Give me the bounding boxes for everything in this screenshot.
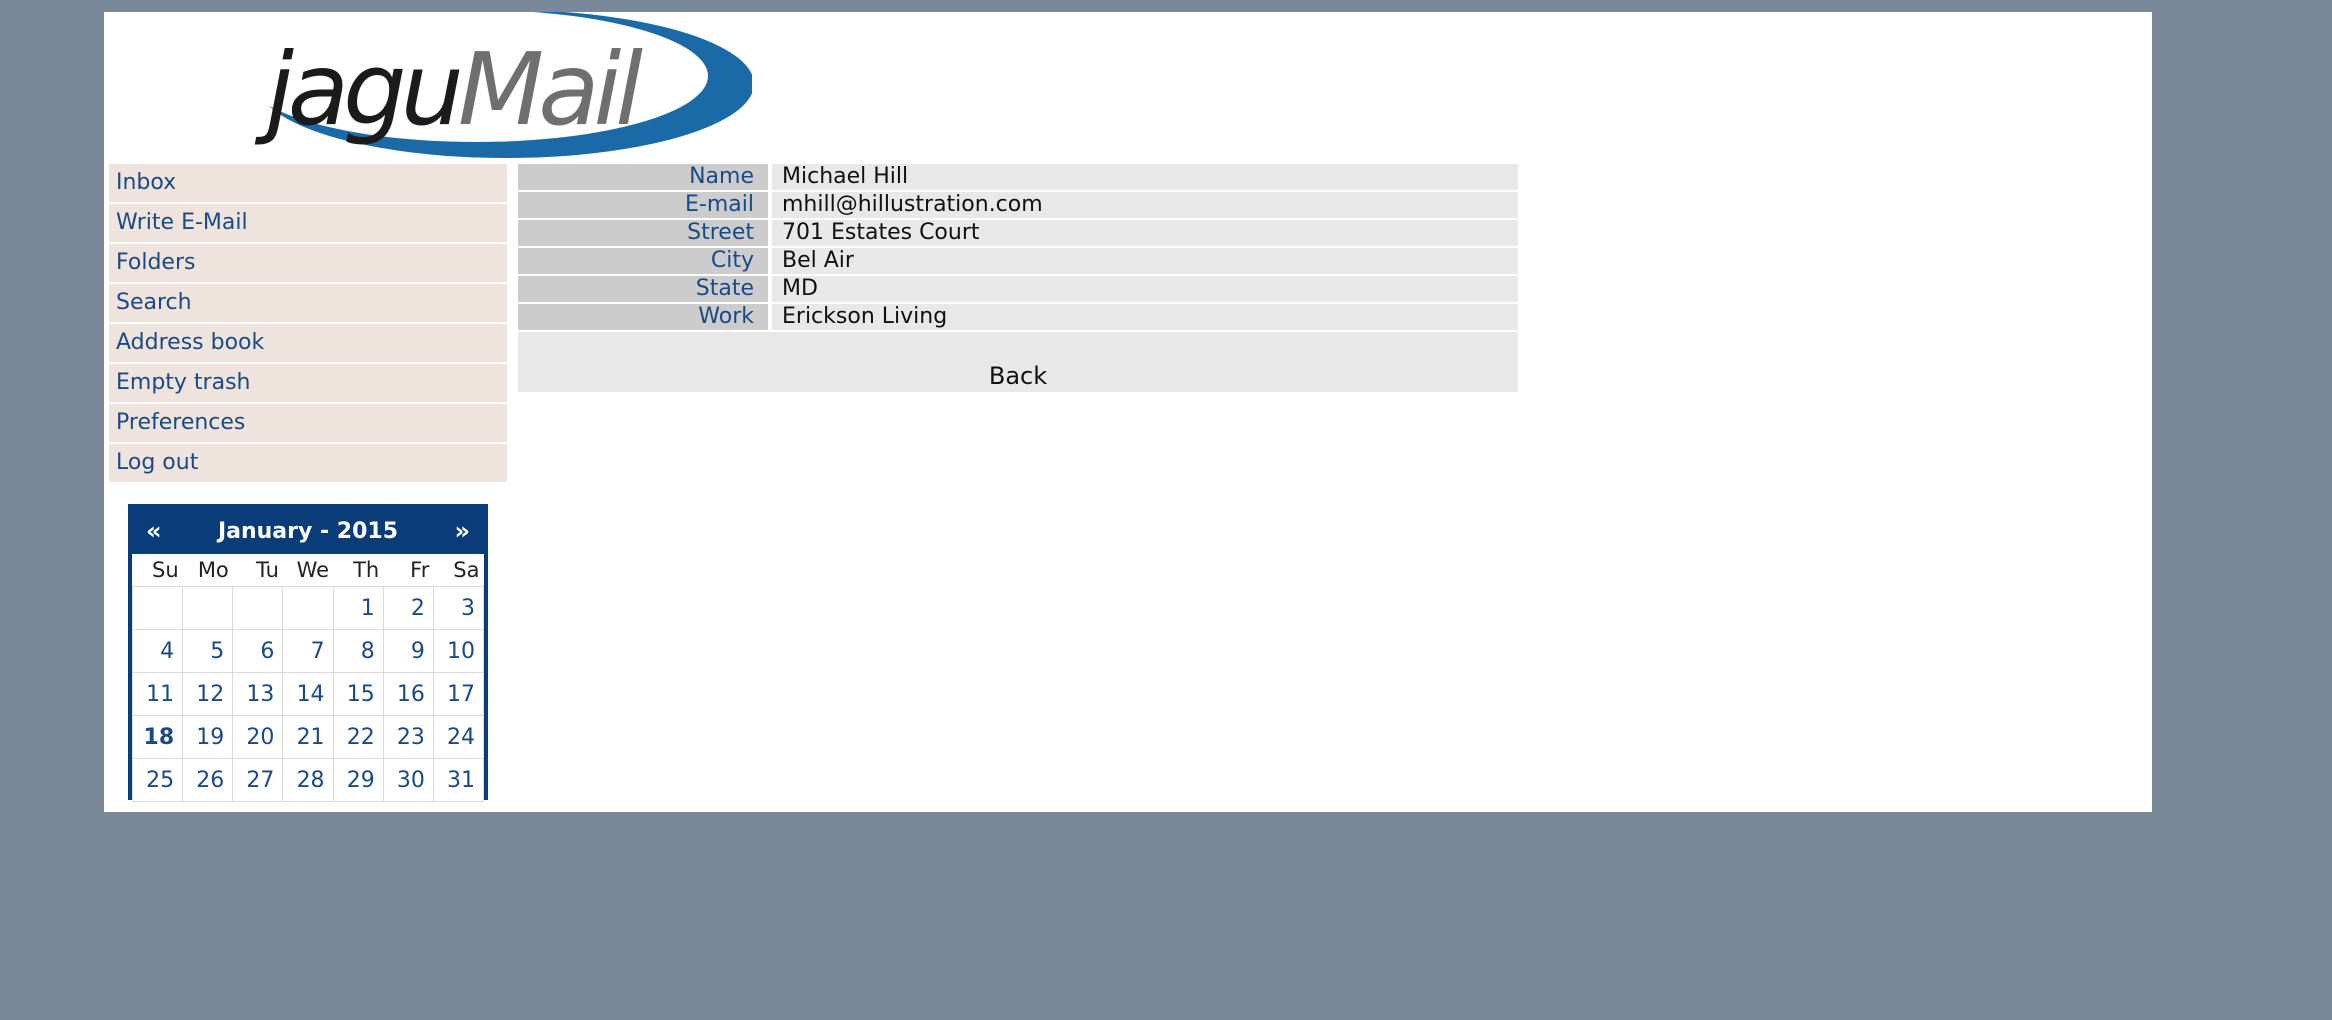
calendar-empty-cell: [232, 586, 284, 630]
calendar-week-row: 18 19 20 21 22 23 24: [131, 715, 485, 759]
calendar-day-today[interactable]: 18: [131, 715, 184, 759]
menu-item-write-email[interactable]: Write E-Mail: [109, 204, 507, 242]
calendar-day[interactable]: 3: [432, 586, 485, 630]
menu-item-address-book[interactable]: Address book: [109, 324, 507, 362]
calendar-day[interactable]: 23: [382, 715, 434, 759]
jagumail-logo[interactable]: jaguMail: [176, 12, 752, 160]
calendar-empty-cell: [282, 586, 334, 630]
contact-row-work: Work Erickson Living: [518, 304, 1518, 330]
calendar-day[interactable]: 14: [282, 672, 334, 716]
calendar-day[interactable]: 28: [282, 758, 334, 802]
calendar-day[interactable]: 12: [182, 672, 234, 716]
calendar-day[interactable]: 7: [282, 629, 334, 673]
calendar-weekday-row: Su Mo Tu We Th Fr Sa: [133, 554, 484, 587]
calendar-empty-cell: [131, 586, 184, 630]
weekday-label: Tu: [255, 558, 279, 582]
contact-row-name: Name Michael Hill: [518, 164, 1518, 190]
calendar-day[interactable]: 20: [232, 715, 284, 759]
menu-item-empty-trash[interactable]: Empty trash: [109, 364, 507, 402]
field-label-state: State: [518, 276, 768, 302]
calendar-day[interactable]: 16: [382, 672, 434, 716]
calendar-next-month-button[interactable]: »: [454, 517, 470, 545]
menu-item-folders[interactable]: Folders: [109, 244, 507, 282]
calendar-day[interactable]: 1: [332, 586, 384, 630]
logo-text-dark: jagu: [254, 31, 460, 148]
field-value-email: mhill@hillustration.com: [772, 192, 1518, 218]
contact-row-city: City Bel Air: [518, 248, 1518, 274]
menu-item-inbox[interactable]: Inbox: [109, 164, 507, 202]
calendar-day[interactable]: 8: [332, 629, 384, 673]
field-value-street: 701 Estates Court: [772, 220, 1518, 246]
calendar-day[interactable]: 5: [182, 629, 234, 673]
weekday-label: Th: [353, 558, 380, 582]
calendar-day[interactable]: 19: [182, 715, 234, 759]
logo-text-gray: Mail: [458, 31, 643, 148]
calendar-day[interactable]: 30: [382, 758, 434, 802]
menu-item-log-out[interactable]: Log out: [109, 444, 507, 482]
calendar-day[interactable]: 15: [332, 672, 384, 716]
calendar-day[interactable]: 4: [131, 629, 184, 673]
contact-row-state: State MD: [518, 276, 1518, 302]
field-label-email: E-mail: [518, 192, 768, 218]
menu-item-search[interactable]: Search: [109, 284, 507, 322]
back-area: Back: [518, 332, 1518, 392]
calendar-day[interactable]: 10: [432, 629, 485, 673]
field-value-work: Erickson Living: [772, 304, 1518, 330]
calendar-month-title: January - 2015: [217, 518, 399, 544]
weekday-label: Fr: [410, 558, 430, 582]
field-label-name: Name: [518, 164, 768, 190]
calendar-day[interactable]: 29: [332, 758, 384, 802]
field-value-name: Michael Hill: [772, 164, 1518, 190]
field-label-work: Work: [518, 304, 768, 330]
weekday-label: We: [296, 558, 330, 582]
main-page: jaguMail Inbox Write E-Mail Folders Sear…: [104, 12, 2152, 812]
weekday-label: Mo: [197, 558, 229, 582]
calendar-day[interactable]: 25: [131, 758, 184, 802]
calendar-day[interactable]: 6: [232, 629, 284, 673]
calendar-day[interactable]: 13: [232, 672, 284, 716]
calendar-day[interactable]: 24: [432, 715, 485, 759]
calendar-week-row: 1 2 3: [131, 586, 485, 630]
field-label-city: City: [518, 248, 768, 274]
contact-details: Name Michael Hill E-mail mhill@hillustra…: [518, 164, 1518, 392]
contact-row-email: E-mail mhill@hillustration.com: [518, 192, 1518, 218]
field-label-street: Street: [518, 220, 768, 246]
calendar-week-row: 25 26 27 28 29 30 31: [131, 758, 485, 802]
svg-text:jaguMail: jaguMail: [254, 31, 643, 148]
calendar-prev-month-button[interactable]: «: [146, 517, 162, 545]
field-value-city: Bel Air: [772, 248, 1518, 274]
calendar-day[interactable]: 27: [232, 758, 284, 802]
weekday-label: Sa: [453, 558, 480, 582]
calendar-day[interactable]: 21: [282, 715, 334, 759]
calendar-header: « January - 2015 »: [132, 508, 484, 554]
weekday-label: Su: [152, 558, 179, 582]
calendar-day[interactable]: 9: [382, 629, 434, 673]
calendar-day[interactable]: 26: [182, 758, 234, 802]
calendar-day[interactable]: 22: [332, 715, 384, 759]
calendar-widget: « January - 2015 » Su Mo Tu We Th Fr Sa: [128, 504, 488, 802]
calendar-week-row: 11 12 13 14 15 16 17: [131, 672, 485, 716]
calendar-week-row: 4 5 6 7 8 9 10: [131, 629, 485, 673]
calendar-day[interactable]: 17: [432, 672, 485, 716]
menu-item-preferences[interactable]: Preferences: [109, 404, 507, 442]
calendar-day[interactable]: 11: [131, 672, 184, 716]
calendar-empty-cell: [182, 586, 234, 630]
sidebar-menu: Inbox Write E-Mail Folders Search Addres…: [109, 164, 507, 484]
back-button[interactable]: Back: [518, 362, 1518, 390]
field-value-state: MD: [772, 276, 1518, 302]
calendar-day[interactable]: 31: [432, 758, 485, 802]
calendar-grid: Su Mo Tu We Th Fr Sa 1 2 3 4 5 6 7 8 9 1…: [131, 554, 485, 802]
contact-row-street: Street 701 Estates Court: [518, 220, 1518, 246]
calendar-day[interactable]: 2: [382, 586, 434, 630]
